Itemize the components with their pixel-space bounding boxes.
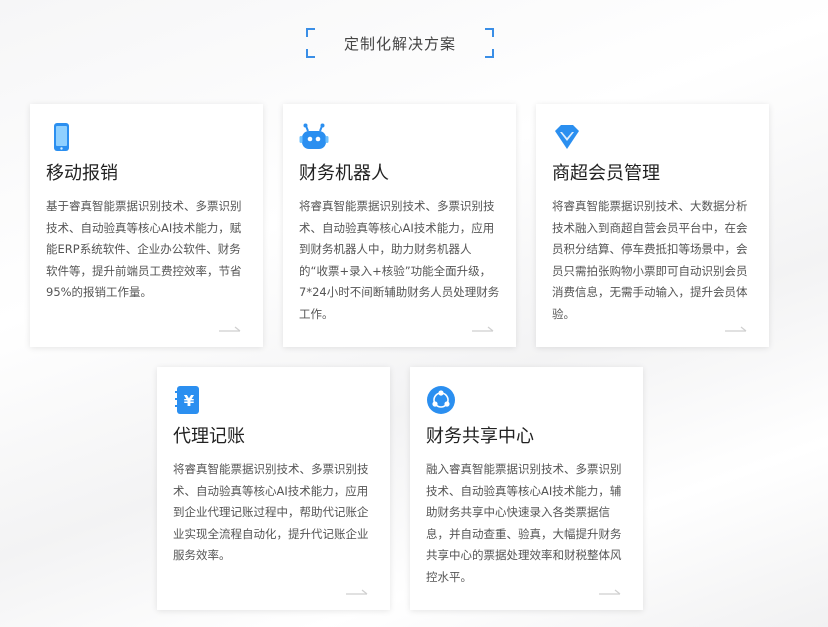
card-description: 将睿真智能票据识别技术、多票识别技术、自动验真等核心AI技术能力，应用到财务机器… [299,199,500,321]
robot-icon [299,123,329,149]
card-finance-robot[interactable]: 财务机器人 将睿真智能票据识别技术、多票识别技术、自动验真等核心AI技术能力，应… [283,104,516,347]
card-supermarket-membership[interactable]: 商超会员管理 将睿真智能票据识别技术、大数据分析技术融入到商超自营会员平台中，在… [536,104,769,347]
card-mobile-reimbursement[interactable]: 移动报销 基于睿真智能票据识别技术、多票识别技术、自动验真等核心AI技术能力，赋… [30,104,263,347]
card-description: 融入睿真智能票据识别技术、多票识别技术、自动验真等核心AI技术能力，辅助财务共享… [426,462,622,584]
ledger-yen-icon: ¥ [175,386,199,414]
card-title: 财务机器人 [299,163,389,184]
arrow-right-icon[interactable] [599,588,621,596]
card-title: 代理记账 [173,426,245,447]
mobile-phone-icon [54,123,69,151]
card-title: 财务共享中心 [426,426,534,447]
arrow-right-icon[interactable] [725,325,747,333]
svg-text:¥: ¥ [184,392,195,410]
arrow-right-icon[interactable] [346,588,368,596]
corner-bracket [485,28,494,37]
diamond-icon [555,125,579,149]
card-agency-bookkeeping[interactable]: ¥ 代理记账 将睿真智能票据识别技术、多票识别技术、自动验真等核心AI技术能力，… [157,367,390,610]
arrow-right-icon[interactable] [472,325,494,333]
share-network-icon [427,386,455,414]
card-description: 基于睿真智能票据识别技术、多票识别技术、自动验真等核心AI技术能力，赋能ERP系… [46,199,242,299]
section-title-frame: 定制化解决方案 [306,28,494,58]
corner-bracket [485,49,494,58]
card-description: 将睿真智能票据识别技术、大数据分析技术融入到商超自营会员平台中，在会员积分结算、… [552,199,748,321]
card-title: 移动报销 [46,163,118,184]
section-title: 定制化解决方案 [343,34,456,53]
card-description: 将睿真智能票据识别技术、多票识别技术、自动验真等核心AI技术能力，应用到企业代理… [173,462,369,562]
arrow-right-icon[interactable] [219,325,241,333]
card-title: 商超会员管理 [552,163,660,184]
corner-bracket [306,28,315,37]
card-finance-shared-center[interactable]: 财务共享中心 融入睿真智能票据识别技术、多票识别技术、自动验真等核心AI技术能力… [410,367,643,610]
corner-bracket [306,49,315,58]
